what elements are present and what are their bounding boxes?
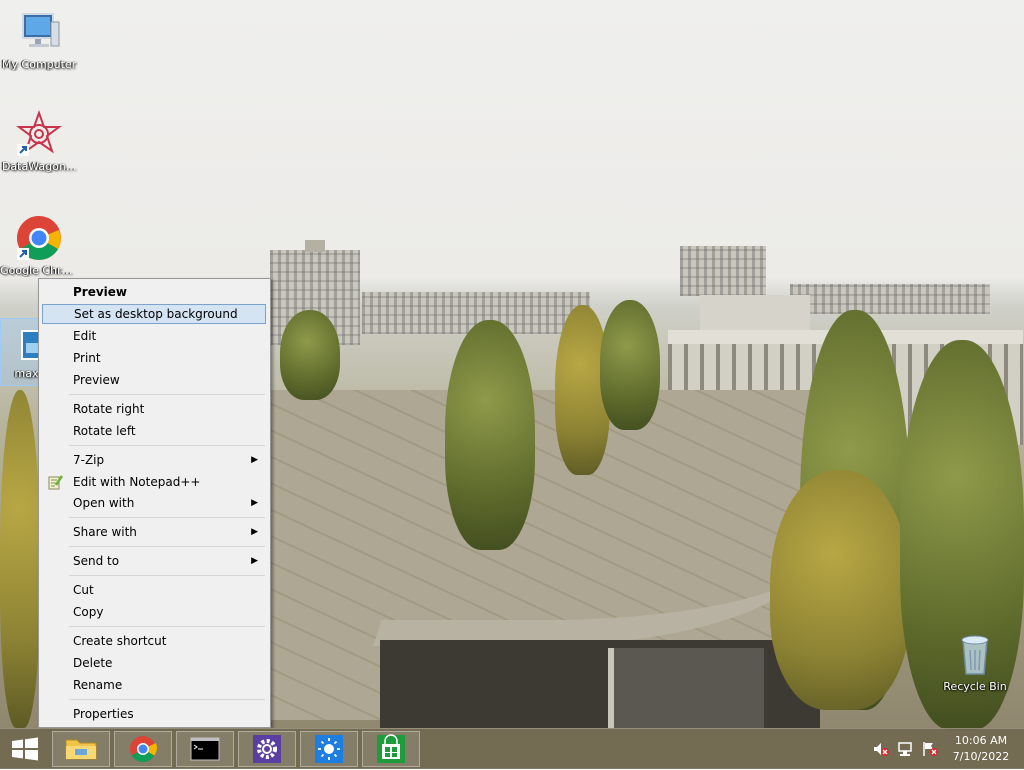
menu-item-label: Create shortcut [73,634,167,648]
menu-item-label: Preview [73,373,120,387]
menu-item-create-shortcut[interactable]: Create shortcut [42,631,266,651]
menu-item-send-to[interactable]: Send to ▶ [42,551,266,571]
taskbar-file-explorer-button[interactable] [52,731,110,767]
desktop-icon-label: DataWagon... [1,160,77,173]
wallpaper-tree [0,390,40,728]
action-center-flag-icon[interactable] [921,741,939,760]
wallpaper-building [680,246,766,296]
menu-separator [69,699,265,700]
desktop-icon-my-computer[interactable]: My Computer [0,8,78,71]
taskbar-brightness-app-button[interactable] [300,731,358,767]
menu-item-open-with[interactable]: Open with ▶ [42,493,266,513]
desktop-icon-google-chrome[interactable]: Google Chro... [0,214,78,277]
desktop-icon-label: Google Chro... [0,264,78,277]
clock-time: 10:06 AM [954,734,1008,747]
command-prompt-icon [190,737,220,761]
menu-item-rotate-left[interactable]: Rotate left [42,421,266,441]
context-menu: Preview Set as desktop background Edit P… [38,278,271,728]
chrome-icon [15,214,63,262]
menu-item-label: Print [73,351,101,365]
menu-separator [69,575,265,576]
menu-item-label: Send to [73,554,120,568]
folder-icon [65,739,97,760]
wallpaper-building [790,284,990,314]
submenu-arrow-icon: ▶ [251,498,258,508]
menu-separator [69,445,265,446]
taskbar-store-button[interactable] [362,731,420,767]
menu-item-label: Rename [73,678,123,692]
taskbar-settings-button[interactable] [238,731,296,767]
datawagon-icon [15,110,63,158]
menu-item-label: Open with [73,496,135,510]
menu-item-label: Share with [73,525,137,539]
desktop-icon-label: Recycle Bin [943,680,1007,693]
menu-item-label: Rotate right [73,402,145,416]
menu-item-rename[interactable]: Rename [42,675,266,695]
windows-logo-icon [12,737,38,761]
submenu-arrow-icon: ▶ [251,455,258,465]
clock-date: 7/10/2022 [952,750,1010,763]
submenu-arrow-icon: ▶ [251,527,258,537]
menu-item-share-with[interactable]: Share with ▶ [42,522,266,542]
menu-item-edit[interactable]: Edit [42,326,266,346]
desktop-icon-datawagon[interactable]: DataWagon... [0,110,78,173]
desktop-icon-recycle-bin[interactable]: Recycle Bin [936,630,1014,693]
volume-muted-icon[interactable] [872,741,890,760]
computer-icon [15,8,63,56]
sun-icon [315,735,343,763]
menu-item-label: 7-Zip [73,453,105,467]
store-icon [377,734,405,763]
taskbar-clock[interactable]: 10:06 AM 7/10/2022 [940,733,1022,765]
menu-item-label: Set as desktop background [74,307,238,321]
notepad-plus-plus-icon [47,474,64,490]
menu-item-label: Properties [73,707,134,721]
network-icon[interactable] [897,741,915,760]
wallpaper-tree [600,300,660,430]
menu-item-copy[interactable]: Copy [42,602,266,622]
menu-item-label: Edit with Notepad++ [73,475,201,489]
menu-item-label: Rotate left [73,424,136,438]
menu-item-label: Cut [73,583,94,597]
menu-separator [69,394,265,395]
menu-item-edit-notepad[interactable]: Edit with Notepad++ [42,472,266,492]
taskbar-command-prompt-button[interactable] [176,731,234,767]
menu-item-preview[interactable]: Preview [42,370,266,390]
menu-item-delete[interactable]: Delete [42,653,266,673]
submenu-arrow-icon: ▶ [251,556,258,566]
recycle-bin-icon [951,630,999,678]
wallpaper-roof [608,648,764,728]
menu-item-print[interactable]: Print [42,348,266,368]
start-button[interactable] [2,731,48,767]
menu-item-set-desktop-background[interactable]: Set as desktop background [42,304,266,324]
taskbar-chrome-button[interactable] [114,731,172,767]
menu-item-7zip[interactable]: 7-Zip ▶ [42,450,266,470]
menu-item-cut[interactable]: Cut [42,580,266,600]
menu-item-preview-default[interactable]: Preview [42,282,266,302]
menu-separator [69,546,265,547]
menu-item-label: Copy [73,605,104,619]
taskbar [0,728,1024,769]
wallpaper-tree [445,320,535,550]
menu-item-properties[interactable]: Properties [42,704,266,724]
gear-icon [253,735,281,763]
menu-item-label: Delete [73,656,113,670]
menu-item-label: Edit [73,329,97,343]
menu-separator [69,517,265,518]
menu-item-label: Preview [73,285,128,299]
wallpaper-tree [770,470,910,710]
menu-separator [69,626,265,627]
chrome-icon [130,736,157,763]
menu-item-rotate-right[interactable]: Rotate right [42,399,266,419]
wallpaper-tree [280,310,340,400]
wallpaper-building [305,240,325,252]
desktop-icon-label: My Computer [1,58,77,71]
